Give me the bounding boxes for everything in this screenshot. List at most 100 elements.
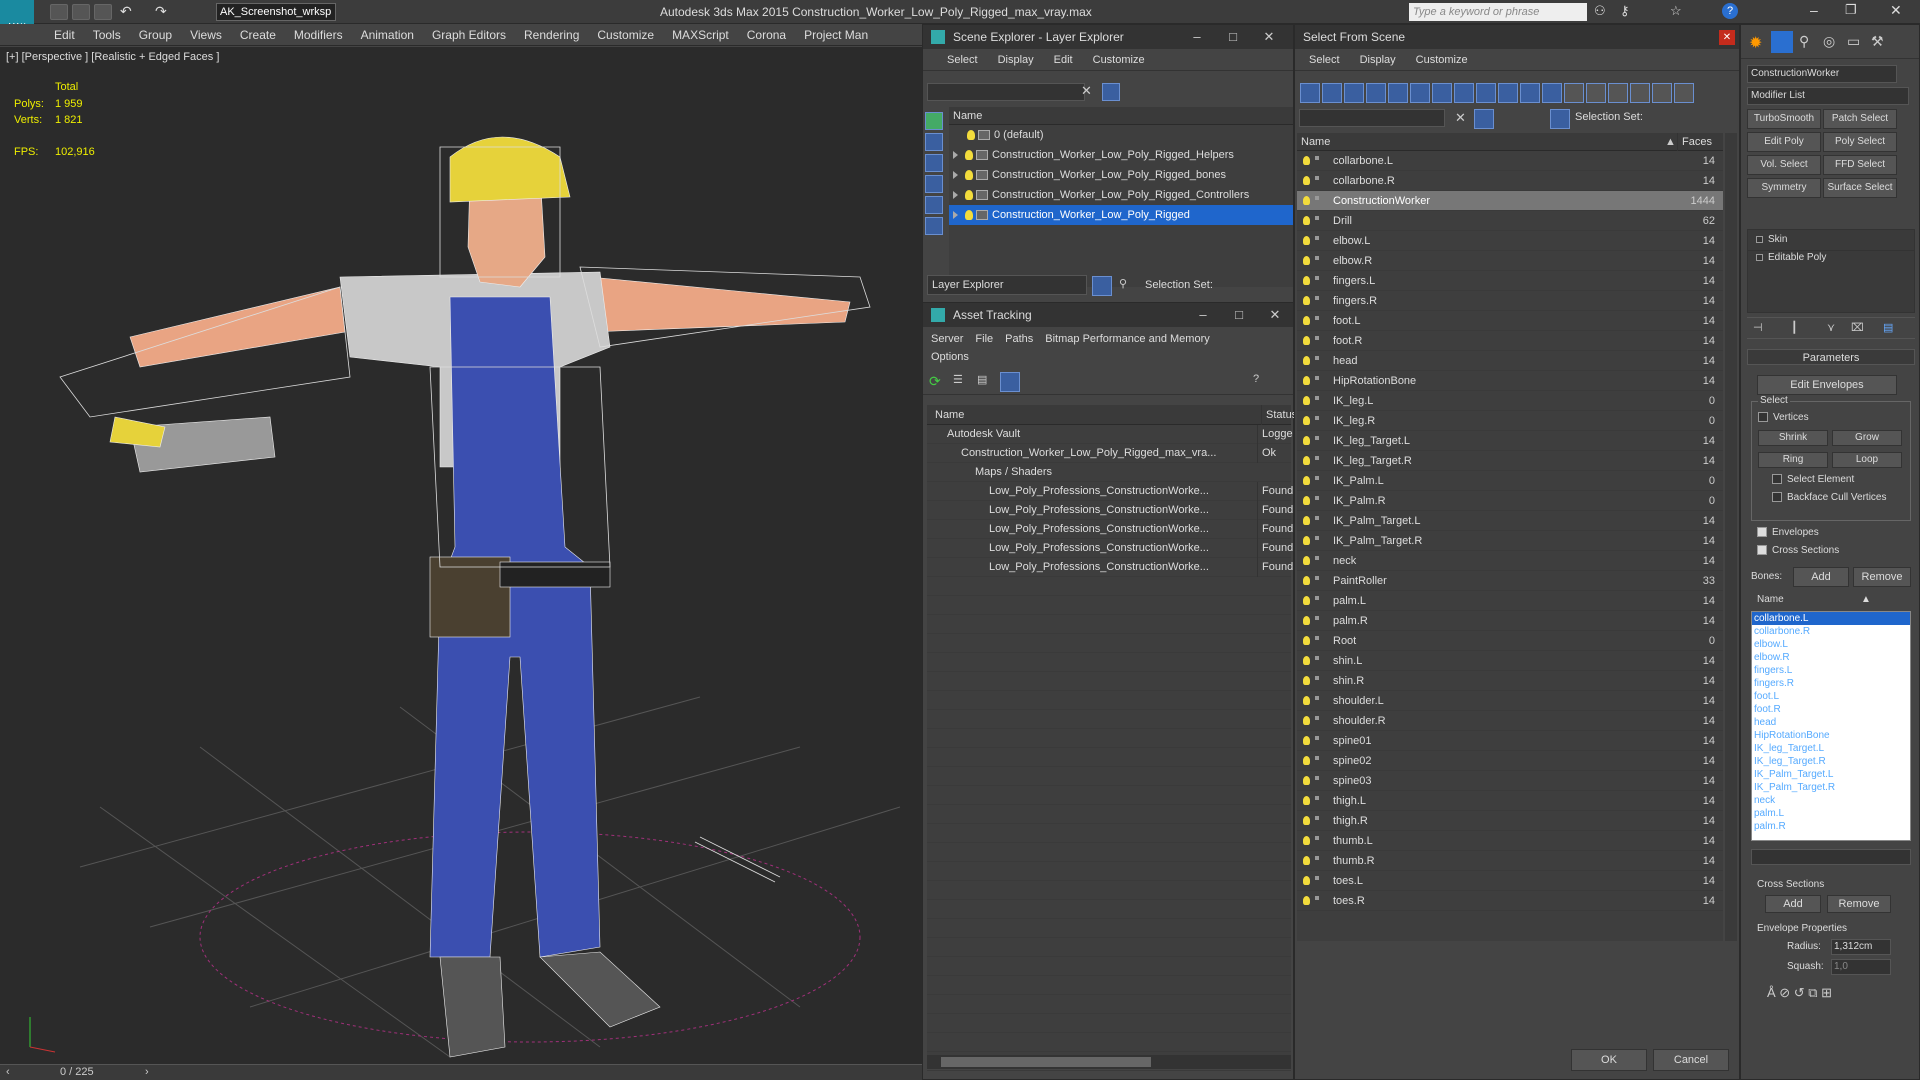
- sfs-col-name[interactable]: Name: [1301, 136, 1330, 148]
- close-button[interactable]: ✕: [1890, 2, 1902, 19]
- ring-button[interactable]: Ring: [1758, 452, 1828, 468]
- menu-create[interactable]: Create: [231, 24, 285, 46]
- visibility-bulb-icon[interactable]: [1303, 376, 1310, 385]
- sfs-filter-icon[interactable]: [1366, 83, 1386, 103]
- table-view-icon[interactable]: [1000, 372, 1020, 392]
- se-menu-edit[interactable]: Edit: [1044, 49, 1083, 71]
- layer-row[interactable]: Construction_Worker_Low_Poly_Rigged_Cont…: [949, 185, 1293, 205]
- asset-tracking-title-bar[interactable]: Asset Tracking – □ ✕: [923, 303, 1293, 327]
- bone-list-item[interactable]: IK_leg_Target.L: [1752, 742, 1910, 755]
- display-lights-icon[interactable]: [925, 154, 943, 172]
- menu-tools[interactable]: Tools: [84, 24, 130, 46]
- scene-object-row[interactable]: toes.L 14: [1297, 871, 1723, 891]
- sfs-filter-icon[interactable]: [1344, 83, 1364, 103]
- sfs-filter-icon[interactable]: [1454, 83, 1474, 103]
- scene-explorer-selection-set[interactable]: Selection Set:: [1145, 279, 1213, 291]
- bone-list-item[interactable]: palm.R: [1752, 820, 1910, 833]
- layer-column-header[interactable]: Name: [949, 107, 1293, 125]
- sfs-filter-icon[interactable]: [1608, 83, 1628, 103]
- scene-object-row[interactable]: IK_leg.L 0: [1297, 391, 1723, 411]
- sfs-menu-display[interactable]: Display: [1350, 49, 1406, 71]
- scene-object-row[interactable]: Drill 62: [1297, 211, 1723, 231]
- close-button[interactable]: ✕: [1251, 25, 1287, 49]
- clear-icon[interactable]: ✕: [1455, 110, 1466, 126]
- visibility-bulb-icon[interactable]: [1303, 556, 1310, 565]
- bone-list-item[interactable]: palm.L: [1752, 807, 1910, 820]
- bone-list-item[interactable]: head: [1752, 716, 1910, 729]
- sfs-filter-icon[interactable]: [1630, 83, 1650, 103]
- sfs-scrollbar[interactable]: [1725, 133, 1737, 941]
- remove-cross-section-button[interactable]: Remove: [1827, 895, 1891, 913]
- sfs-filter-icon[interactable]: [1498, 83, 1518, 103]
- close-button[interactable]: ✕: [1257, 303, 1293, 327]
- select-from-scene-title-bar[interactable]: Select From Scene ✕: [1295, 25, 1739, 49]
- visibility-bulb-icon[interactable]: [1303, 276, 1310, 285]
- bone-list-item[interactable]: collarbone.R: [1752, 625, 1910, 638]
- visibility-bulb-icon[interactable]: [1303, 796, 1310, 805]
- sfs-filter-icon[interactable]: [1652, 83, 1672, 103]
- scene-object-row[interactable]: shoulder.L 14: [1297, 691, 1723, 711]
- asset-row[interactable]: Autodesk Vault Logge: [927, 425, 1293, 444]
- scene-object-row[interactable]: shoulder.R 14: [1297, 711, 1723, 731]
- visibility-bulb-icon[interactable]: [1303, 876, 1310, 885]
- menu-animation[interactable]: Animation: [352, 24, 423, 46]
- add-cross-section-button[interactable]: Add: [1765, 895, 1821, 913]
- add-bone-button[interactable]: Add: [1793, 567, 1849, 587]
- at-menu-item[interactable]: File: [975, 333, 993, 345]
- scene-object-row[interactable]: thigh.R 14: [1297, 811, 1723, 831]
- menu-rendering[interactable]: Rendering: [515, 24, 588, 46]
- scene-object-row[interactable]: fingers.R 14: [1297, 291, 1723, 311]
- sfs-selection-set[interactable]: Selection Set:: [1575, 111, 1643, 123]
- stack-item-editable-poly[interactable]: Editable Poly: [1748, 250, 1914, 265]
- asset-row[interactable]: Low_Poly_Professions_ConstructionWorke..…: [927, 539, 1293, 558]
- vertices-checkbox[interactable]: Vertices: [1758, 412, 1809, 423]
- bone-list[interactable]: collarbone.L collarbone.R elbow.L elbow.R fi…: [1751, 611, 1911, 841]
- stack-item-skin[interactable]: Skin: [1748, 230, 1914, 250]
- scene-object-row[interactable]: collarbone.R 14: [1297, 171, 1723, 191]
- shrink-button[interactable]: Shrink: [1758, 430, 1828, 446]
- edit-envelopes-button[interactable]: Edit Envelopes: [1757, 375, 1897, 395]
- visibility-bulb-icon[interactable]: [1303, 436, 1310, 445]
- refresh-icon[interactable]: ⟳: [929, 373, 941, 390]
- maximize-button[interactable]: ❐: [1845, 2, 1857, 18]
- workspace-selector[interactable]: AK_Screenshot_wrksp: [216, 3, 336, 21]
- minimize-button[interactable]: –: [1810, 2, 1818, 18]
- visibility-bulb-icon[interactable]: [1303, 156, 1310, 165]
- asset-row[interactable]: Low_Poly_Professions_ConstructionWorke..…: [927, 558, 1293, 577]
- layer-explorer-combo[interactable]: Layer Explorer: [927, 275, 1087, 295]
- cross-sections-checkbox[interactable]: Cross Sections: [1757, 545, 1839, 556]
- display-helpers-icon[interactable]: [925, 196, 943, 214]
- filter-icon[interactable]: [1102, 83, 1120, 101]
- sfs-filter-icon[interactable]: [1432, 83, 1452, 103]
- bone-list-item[interactable]: neck: [1752, 794, 1910, 807]
- scene-object-row[interactable]: thigh.L 14: [1297, 791, 1723, 811]
- bone-list-item[interactable]: elbow.L: [1752, 638, 1910, 651]
- loop-button[interactable]: Loop: [1832, 452, 1902, 468]
- scene-object-row[interactable]: IK_Palm.L 0: [1297, 471, 1723, 491]
- open-file-icon[interactable]: [72, 4, 90, 20]
- sfs-col-faces[interactable]: Faces: [1677, 133, 1712, 151]
- help-icon[interactable]: ?: [1253, 373, 1259, 385]
- expand-arrow-icon[interactable]: [953, 191, 958, 200]
- visibility-bulb-icon[interactable]: [1303, 396, 1310, 405]
- remove-modifier-icon[interactable]: ⌧: [1851, 321, 1864, 334]
- visibility-bulb-icon[interactable]: [1303, 896, 1310, 905]
- sfs-filter-icon[interactable]: [1674, 83, 1694, 103]
- visibility-bulb-icon[interactable]: [1303, 496, 1310, 505]
- visibility-bulb-icon[interactable]: [1303, 196, 1310, 205]
- bone-list-item[interactable]: foot.R: [1752, 703, 1910, 716]
- hierarchy-tab-icon[interactable]: ⚲: [1799, 33, 1809, 50]
- visibility-bulb-icon[interactable]: [1303, 836, 1310, 845]
- visibility-bulb-icon[interactable]: [1303, 236, 1310, 245]
- remove-bone-button[interactable]: Remove: [1853, 567, 1911, 587]
- list-icon[interactable]: ☰: [953, 373, 963, 386]
- visibility-bulb-icon[interactable]: [1303, 816, 1310, 825]
- at-menu-item[interactable]: Paths: [1005, 333, 1033, 345]
- scene-object-row[interactable]: palm.L 14: [1297, 591, 1723, 611]
- scene-object-row[interactable]: IK_leg.R 0: [1297, 411, 1723, 431]
- visibility-bulb-icon[interactable]: [1303, 696, 1310, 705]
- expand-arrow-icon[interactable]: [953, 151, 958, 160]
- visibility-bulb-icon[interactable]: [1303, 776, 1310, 785]
- hierarchy-icon[interactable]: [1550, 109, 1570, 129]
- scene-object-row[interactable]: spine03 14: [1297, 771, 1723, 791]
